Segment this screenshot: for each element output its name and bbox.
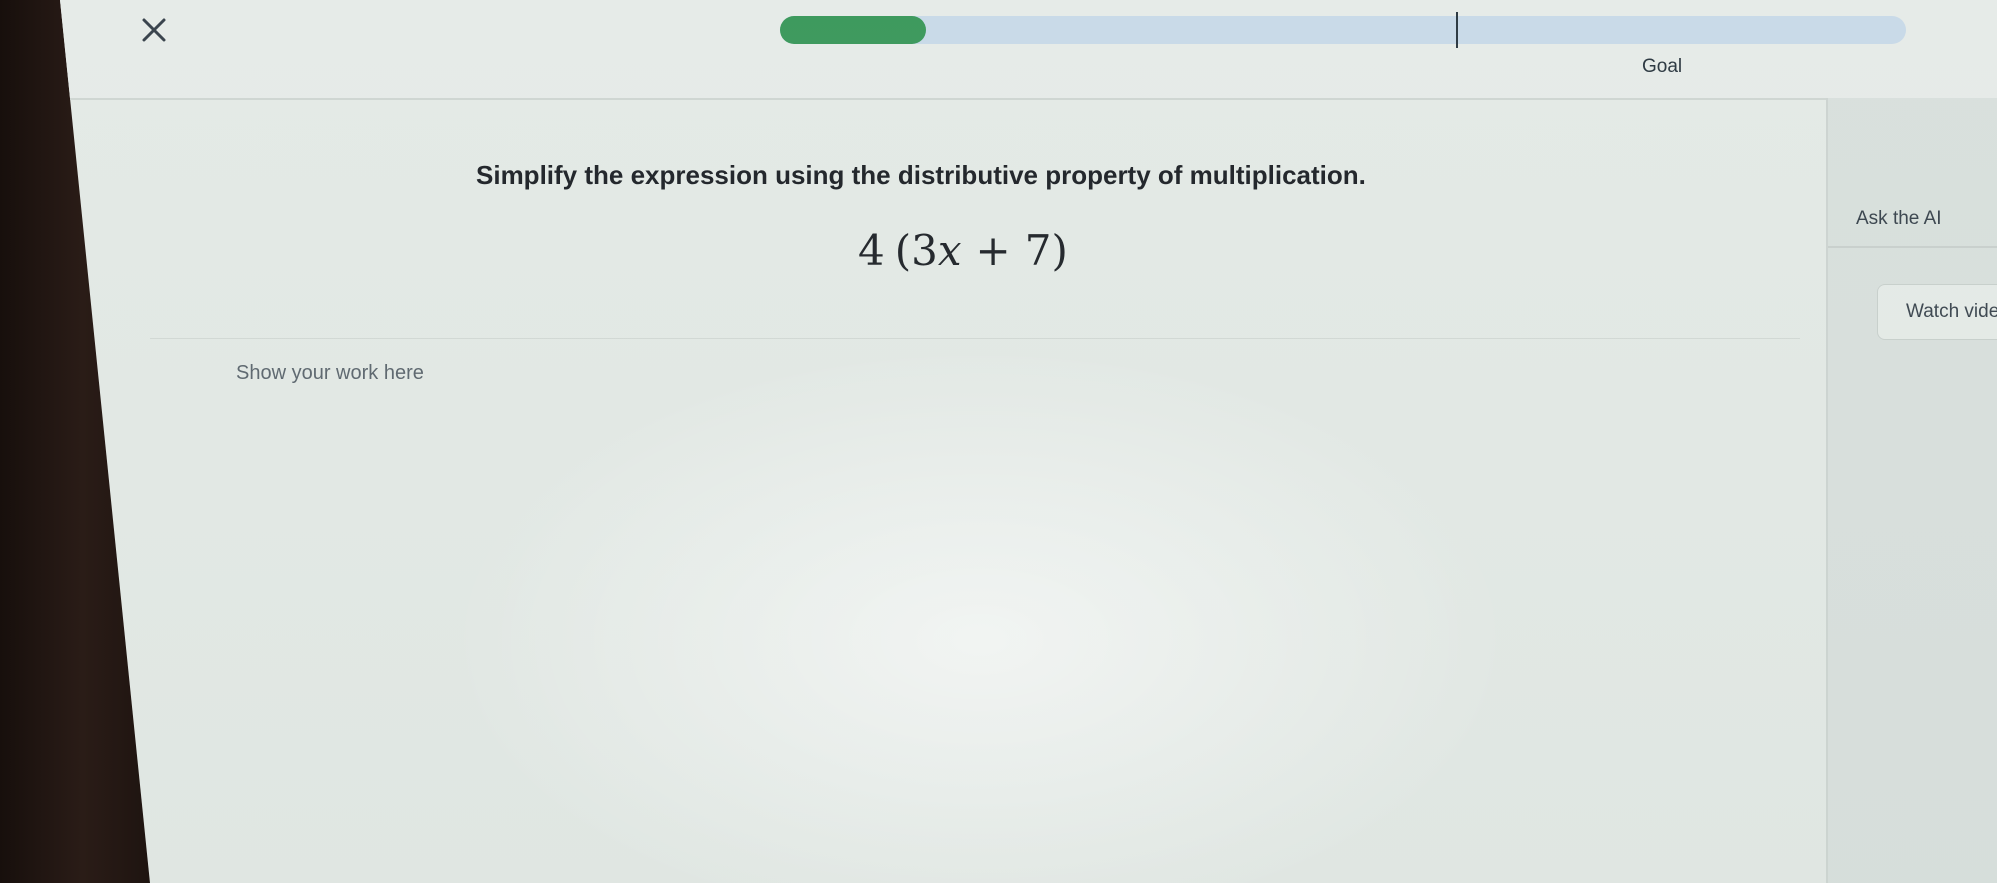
- top-bar: [60, 0, 1997, 100]
- expression-close-paren: ): [1051, 226, 1068, 275]
- expression-open-paren: (: [894, 226, 912, 275]
- expression-operator: +: [975, 226, 1011, 275]
- work-area[interactable]: Show your work here: [150, 339, 1790, 883]
- question-prompt: Simplify the expression using the distri…: [476, 160, 1366, 190]
- expression-variable: x: [937, 226, 962, 275]
- work-placeholder: Show your work here: [236, 362, 424, 384]
- ask-ai-button[interactable]: Ask the AI: [1828, 192, 1997, 248]
- progress-fill: [780, 16, 926, 44]
- close-icon: [142, 18, 166, 42]
- expression-constant: 7: [1024, 226, 1052, 275]
- side-panel: Ask the AI Watch video: [1826, 98, 1997, 883]
- goal-marker: [1456, 12, 1458, 48]
- watch-video-button[interactable]: Watch video: [1877, 284, 1997, 340]
- math-expression: 4 (3x +7): [858, 226, 1068, 275]
- expression-term-coefficient: 3: [911, 226, 938, 275]
- progress-bar: [780, 12, 1906, 48]
- expression-coefficient: 4: [858, 226, 885, 275]
- goal-label: Goal: [1642, 56, 1683, 77]
- screen: Goal Simplify the expression using the d…: [60, 0, 1997, 883]
- close-button[interactable]: [134, 10, 174, 50]
